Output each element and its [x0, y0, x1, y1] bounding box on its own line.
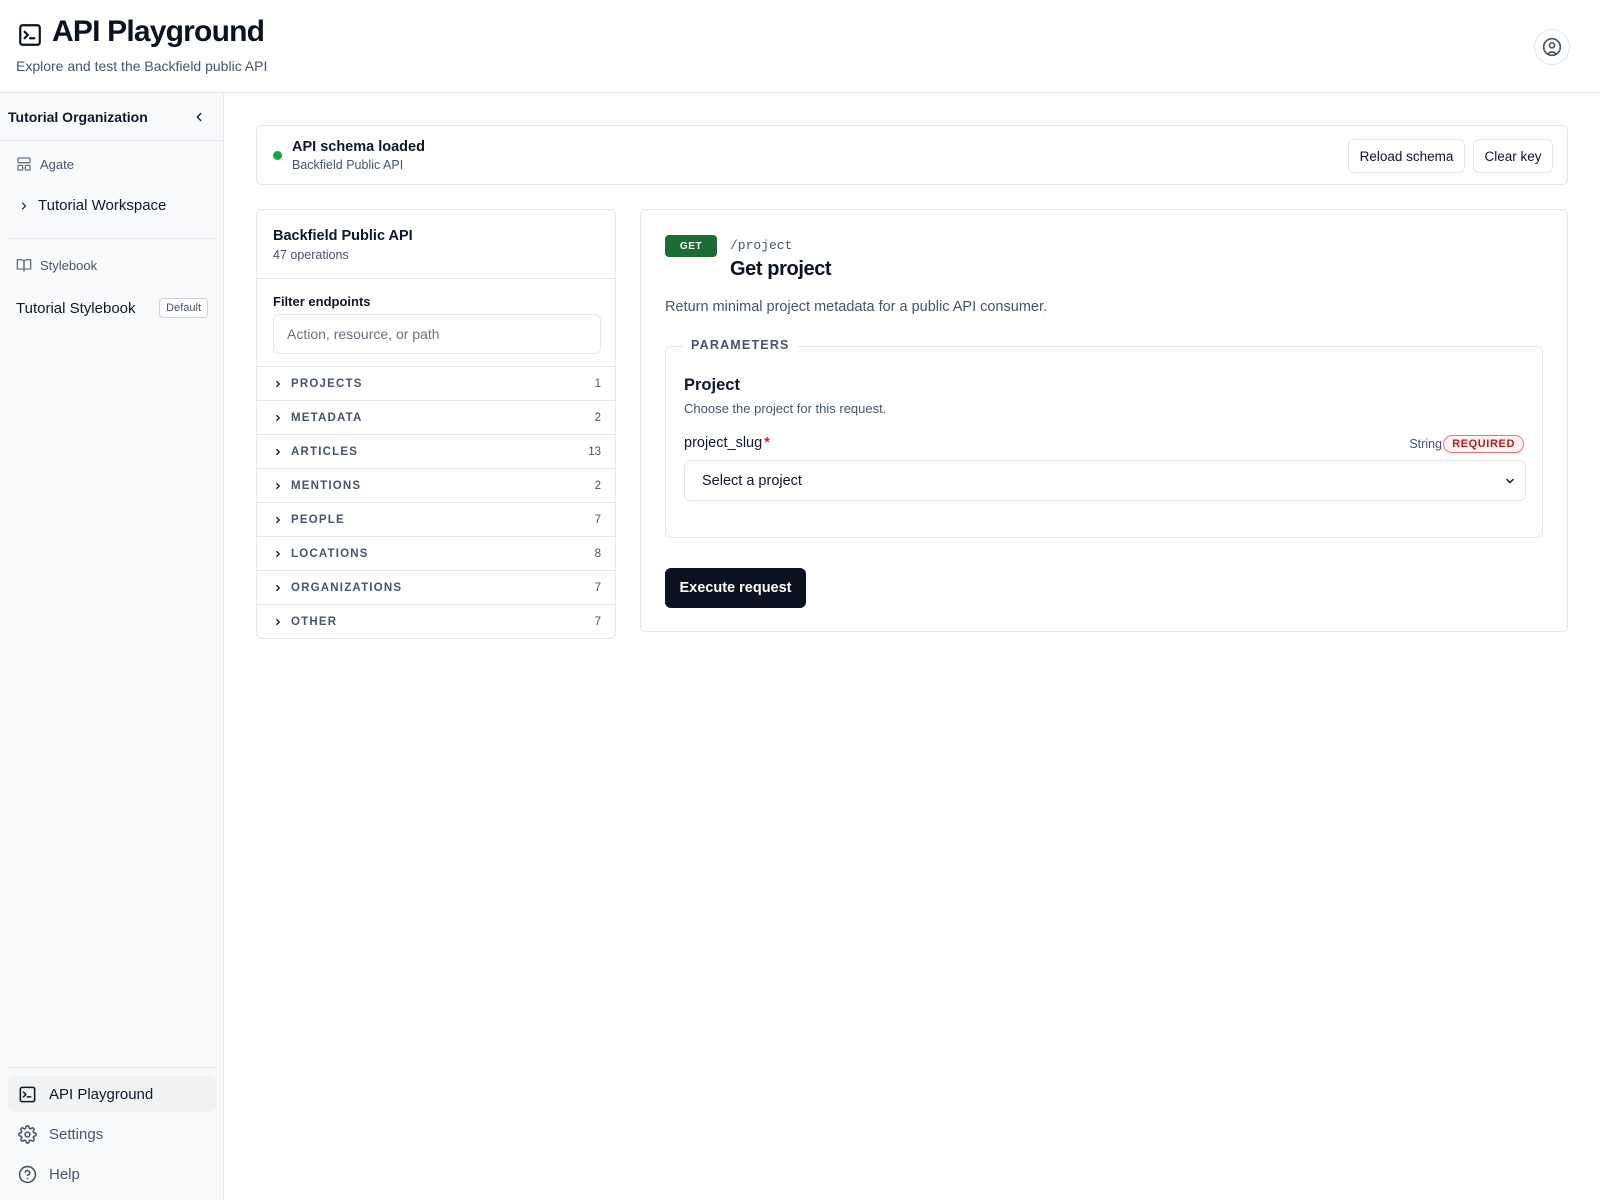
help-circle-icon	[18, 1165, 37, 1183]
operations-count: 47 operations	[273, 248, 349, 262]
chevron-right-icon	[276, 380, 280, 387]
group-count: 13	[588, 445, 601, 458]
group-count: 2	[594, 411, 601, 424]
required-asterisk: *	[764, 435, 770, 451]
endpoint-list-card: Backfield Public API 47 operations Filte…	[256, 209, 616, 639]
endpoint-group-mentions[interactable]: MENTIONS 2	[257, 468, 615, 502]
group-label: ORGANIZATIONS	[291, 581, 403, 594]
group-count: 7	[594, 615, 601, 628]
user-menu-button[interactable]	[1534, 29, 1570, 65]
page-subtitle: Explore and test the Backfield public AP…	[16, 58, 268, 74]
app-header: API Playground Explore and test the Back…	[0, 0, 1600, 93]
org-name: Tutorial Organization	[8, 109, 148, 125]
group-count: 7	[594, 581, 601, 594]
group-label: ARTICLES	[291, 445, 359, 458]
chevron-right-icon	[276, 516, 280, 523]
chevron-down-icon	[1506, 478, 1514, 483]
sidebar-item-api-playground[interactable]: API Playground	[8, 1076, 216, 1112]
filter-endpoints-input[interactable]	[273, 314, 601, 354]
param-group-description: Choose the project for this request.	[684, 401, 887, 416]
required-badge: REQUIRED	[1443, 435, 1524, 453]
gear-icon	[18, 1124, 37, 1144]
endpoint-group-articles[interactable]: ARTICLES 13	[257, 434, 615, 468]
terminal-icon	[19, 1086, 36, 1102]
reload-schema-button[interactable]: Reload schema	[1348, 139, 1465, 173]
book-open-icon	[16, 259, 32, 272]
workspace-label: Tutorial Workspace	[38, 197, 167, 214]
field-type: String	[1409, 437, 1442, 451]
sidebar-section-agate: Agate	[16, 156, 74, 172]
group-label: OTHER	[291, 615, 338, 628]
group-label: METADATA	[291, 411, 363, 424]
sidebar: Tutorial Organization Agate Tutorial Wor…	[0, 93, 224, 1200]
chevron-left-icon	[196, 112, 202, 122]
org-switcher[interactable]: Tutorial Organization	[0, 93, 223, 141]
group-count: 1	[594, 377, 601, 390]
nav-label: Help	[49, 1165, 80, 1183]
sidebar-section-label: Agate	[40, 156, 74, 172]
default-badge: Default	[159, 298, 208, 318]
status-title: API schema loaded	[292, 139, 425, 155]
sidebar-section-stylebook: Stylebook	[16, 257, 97, 273]
endpoint-group-locations[interactable]: LOCATIONS 8	[257, 536, 615, 570]
sidebar-section-label: Stylebook	[40, 257, 98, 273]
user-circle-icon	[1542, 37, 1562, 57]
endpoint-group-organizations[interactable]: ORGANIZATIONS 7	[257, 570, 615, 604]
sidebar-divider	[8, 238, 216, 239]
group-count: 2	[594, 479, 601, 492]
group-label: PROJECTS	[291, 377, 363, 390]
operation-description: Return minimal project metadata for a pu…	[665, 299, 1048, 315]
endpoint-groups: PROJECTS 1 METADATA 2 ARTICLES 13 MENTIO…	[257, 366, 615, 638]
field-name-text: project_slug	[684, 435, 763, 451]
filter-label: Filter endpoints	[273, 294, 371, 309]
group-count: 7	[594, 513, 601, 526]
group-label: PEOPLE	[291, 513, 345, 526]
parameters-legend: PARAMETERS	[683, 338, 798, 352]
sidebar-item-stylebook[interactable]: Tutorial Stylebook Default	[16, 298, 208, 318]
endpoint-group-projects[interactable]: PROJECTS 1	[257, 366, 615, 400]
chevron-right-icon	[276, 584, 280, 591]
endpoint-group-other[interactable]: OTHER 7	[257, 604, 615, 638]
chevron-right-icon	[276, 414, 280, 421]
project-select[interactable]: Select a project	[684, 460, 1526, 501]
sidebar-item-help[interactable]: Help	[8, 1156, 216, 1192]
chevron-right-icon	[276, 482, 280, 489]
schema-status-card: API schema loaded Backfield Public API R…	[256, 125, 1568, 185]
endpoint-group-metadata[interactable]: METADATA 2	[257, 400, 615, 434]
chevron-right-icon	[276, 448, 280, 455]
collapse-sidebar-button[interactable]	[189, 107, 209, 127]
param-group-title: Project	[684, 376, 740, 394]
stylebook-name: Tutorial Stylebook	[16, 299, 136, 317]
field-label: project_slug *	[684, 435, 770, 451]
sidebar-divider	[8, 1067, 216, 1068]
endpoint-path: /project	[730, 238, 793, 253]
operation-title: Get project	[730, 258, 832, 280]
api-name: Backfield Public API	[273, 228, 413, 244]
chevron-right-icon	[21, 201, 27, 210]
layout-icon	[17, 157, 31, 171]
sidebar-item-workspace[interactable]: Tutorial Workspace	[18, 197, 166, 214]
page-title: API Playground	[52, 15, 265, 48]
terminal-icon	[19, 24, 41, 46]
endpoint-group-people[interactable]: PEOPLE 7	[257, 502, 615, 536]
sidebar-item-settings[interactable]: Settings	[8, 1116, 216, 1152]
clear-key-button[interactable]: Clear key	[1473, 139, 1553, 173]
execute-request-button[interactable]: Execute request	[665, 568, 806, 608]
status-indicator	[273, 151, 282, 160]
operation-detail-card: GET /project Get project Return minimal …	[640, 209, 1568, 632]
chevron-right-icon	[276, 618, 280, 625]
parameters-fieldset: PARAMETERS Project Choose the project fo…	[665, 338, 1543, 538]
status-subtitle: Backfield Public API	[292, 158, 404, 172]
group-count: 8	[594, 547, 601, 560]
divider	[257, 278, 615, 279]
select-value: Select a project	[702, 472, 802, 489]
http-method-badge: GET	[665, 235, 717, 257]
nav-label: API Playground	[49, 1085, 154, 1103]
group-label: MENTIONS	[291, 479, 362, 492]
group-label: LOCATIONS	[291, 547, 369, 560]
nav-label: Settings	[49, 1125, 104, 1143]
chevron-right-icon	[276, 550, 280, 557]
